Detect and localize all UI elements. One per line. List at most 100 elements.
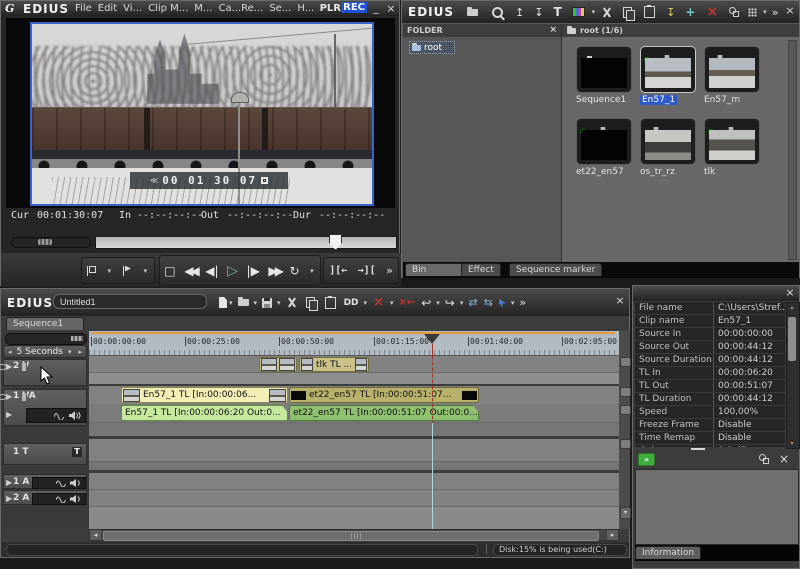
menu-edit[interactable]: Edit [98,3,117,14]
ripple-delete-button[interactable]: ×← [398,297,415,308]
bin-more-button[interactable]: » [772,6,779,19]
previous-frame-button[interactable]: ◀| [205,264,218,278]
cursor-tool-button[interactable] [499,299,506,307]
table-resize-grip[interactable] [691,448,705,450]
bin-close-button[interactable]: × [783,4,797,17]
timescale-caret[interactable]: ▾ [68,348,72,356]
plr-button[interactable]: PLR [320,3,341,14]
clip-et22-video[interactable]: et22_en57 TL [In:00:00:51:07... [289,387,479,403]
bin-item-os-tr-rz[interactable]: os_tr_rz [640,118,698,184]
bin-scrollbar[interactable] [788,40,797,260]
timeline-zoom-slider[interactable] [5,333,87,345]
waveform-icon[interactable] [54,412,65,420]
add-clip-button[interactable]: + [685,5,695,19]
view-caret[interactable]: ▾ [763,8,767,16]
effect-delete-button[interactable]: × [777,452,791,466]
sync-mode-button[interactable]: ⇆ [484,296,493,309]
clip-tlk[interactable]: tlk TL ... [299,357,369,372]
timeline-titlebar[interactable]: EDIUS ▾ ▾ ▾ DD ▾ × ▾ ×← ↩ ▾ ↪ ▾ ⇄ ⇆ ▾ » … [1,289,629,316]
menu-view[interactable]: Vi... [123,3,142,14]
title-track-icon[interactable]: T [72,447,82,457]
video-track-icon[interactable] [21,363,27,371]
delete-caret[interactable]: ▾ [390,299,394,307]
visibility-icon[interactable] [0,394,7,400]
vertical-scroll-down-button[interactable]: ▾ [620,507,631,519]
track-height-button[interactable] [620,357,631,367]
save-caret[interactable]: ▾ [277,299,281,307]
folder-panel-close-button[interactable]: × [549,24,557,37]
set-out-caret[interactable]: ▾ [144,267,148,275]
next-frame-button[interactable]: |▶ [247,264,260,278]
clip-en57-video[interactable]: En57_1 TL [In:00:00:06... [121,387,288,403]
track-header-1a[interactable]: ▶ 1 A [3,474,87,489]
timescale-left-arrow[interactable]: ◂ [8,348,12,356]
project-name-input[interactable] [53,294,207,309]
track-row-2v-mixer[interactable] [89,373,619,386]
paste-button[interactable] [644,6,655,18]
track-row-2a[interactable] [89,490,619,507]
information-titlebar[interactable]: × [633,286,799,301]
timeline-hscrollbar[interactable]: ◂ ▸ [89,529,619,541]
capture-button[interactable]: ↧ [666,6,675,19]
video-track-icon[interactable] [21,393,27,401]
redo-caret[interactable]: ▾ [460,299,464,307]
loop-caret[interactable]: ▾ [310,267,314,275]
scrollbar-thumb[interactable] [788,317,796,361]
clip-en57-audio[interactable]: En57_1 TL [In:00:00:06:20 Out:0... [121,405,288,421]
tab-bin[interactable]: Bin [405,263,463,276]
track-row-1t[interactable] [89,439,619,462]
information-close-button[interactable]: × [783,286,797,299]
copy-clip-button[interactable] [306,297,315,308]
clip-et22-audio[interactable]: et22_en57 TL [In:00:00:51:07 Out:00:0... [289,405,479,421]
bin-titlebar[interactable]: EDIUS ↥ ↧ T ▾ ↧ + × ▾ » × [402,1,799,23]
rewind-button[interactable]: ◀◀ [184,264,196,278]
menu-capture[interactable]: Ca...Re... [218,3,263,14]
search-button[interactable] [492,7,503,18]
menu-help[interactable]: H... [297,3,314,14]
timeline-ruler[interactable]: 00:00:00:00 00:00:25:00 00:00:50:00 00:0… [89,331,619,356]
undo-caret[interactable]: ▾ [436,299,440,307]
tab-information[interactable]: Information [635,546,701,559]
monitor-titlebar[interactable]: G EDIUS File Edit Vi... Clip M... M... C… [1,1,399,16]
scroll-down-button[interactable]: ▾ [787,439,797,448]
effect-list-panel[interactable] [635,469,799,545]
menu-settings[interactable]: Se... [269,3,291,14]
set-in-caret[interactable]: ▾ [108,267,112,275]
bin-item-tlk[interactable]: tlk [704,118,762,184]
bin-item-en57-m[interactable]: En57_m [704,46,762,112]
transport-more-button[interactable]: » [386,264,393,277]
set-in-flag-button[interactable] [87,266,96,276]
scroll-up-button[interactable]: ▴ [787,303,797,312]
visibility-icon[interactable] [0,364,7,370]
expand-arrow[interactable]: ▶ [6,410,12,419]
timeline-more-button[interactable]: » [519,296,526,309]
track-height-button[interactable] [620,405,631,415]
position-marker[interactable] [329,234,342,250]
effect-properties-button[interactable] [759,454,769,464]
bin-item-et22-en57[interactable]: et22_en57 [576,118,634,184]
goto-in-button[interactable]: ][← [329,265,347,276]
properties-button[interactable] [729,7,739,17]
cut-button[interactable] [602,7,612,18]
track-height-button[interactable] [620,439,631,449]
copy-button[interactable] [623,7,632,18]
open-project-button[interactable] [238,299,249,306]
speaker-icon[interactable] [69,411,81,420]
rec-button[interactable]: REC [341,2,367,13]
track-header-1va[interactable]: ▶ 1 VA ▶ [3,389,87,426]
zoom-slider-handle[interactable] [71,336,83,341]
ripple-mode-button[interactable]: DD [344,298,359,308]
paste-clip-button[interactable] [325,297,336,309]
menu-file[interactable]: File [75,3,92,14]
cut-clip-button[interactable] [287,297,297,308]
bin-item-en57-1[interactable]: En57_1 [640,46,698,112]
colorbars-caret[interactable]: ▾ [592,8,596,16]
goto-out-button[interactable]: →][ [358,265,376,276]
speaker-icon[interactable] [70,479,82,487]
shuttle-handle[interactable] [38,239,52,245]
title-tool-button[interactable]: T [553,5,561,19]
video-frame[interactable]: ≪ 00 01 30 07 [30,22,374,206]
undo-button[interactable]: ↩ [421,296,431,310]
delete-button[interactable]: × [706,4,718,20]
new-folder-button[interactable] [467,9,478,16]
